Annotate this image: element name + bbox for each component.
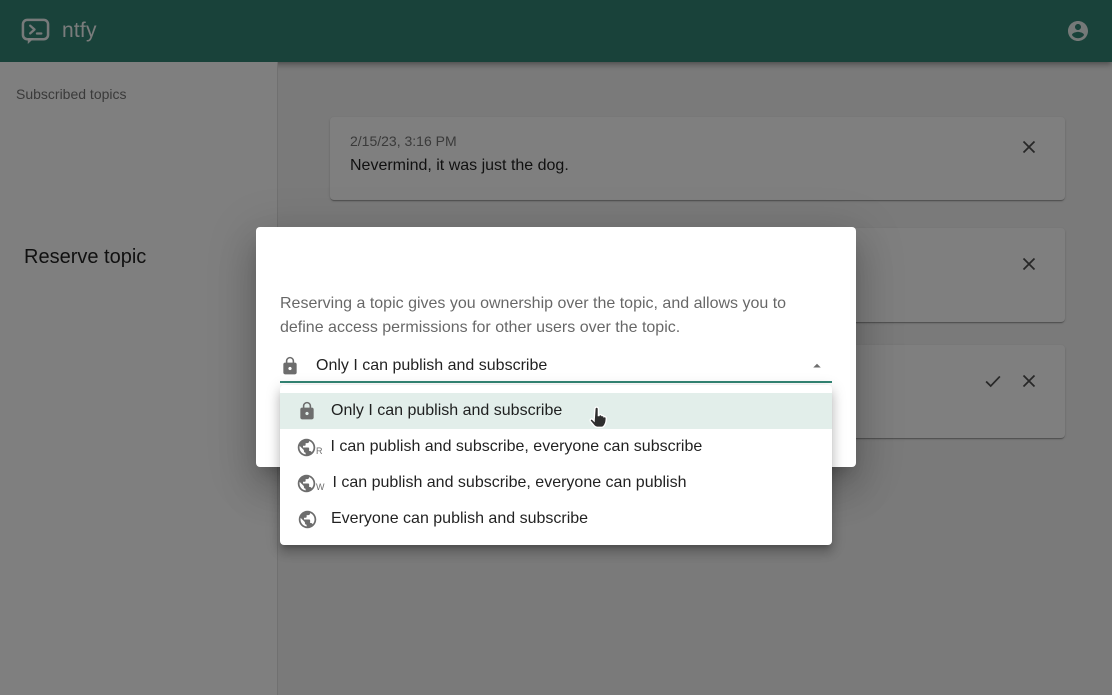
access-level-menu: Only I can publish and subscribe R I can… <box>280 385 832 545</box>
menu-option-only-me[interactable]: Only I can publish and subscribe <box>280 393 832 429</box>
select-value: Only I can publish and subscribe <box>316 357 547 375</box>
lock-icon <box>280 356 300 376</box>
access-level-select[interactable]: Only I can publish and subscribe <box>280 351 832 381</box>
globe-icon <box>296 508 318 530</box>
menu-option-everyone-can-subscribe[interactable]: R I can publish and subscribe, everyone … <box>280 429 832 465</box>
menu-option-label: Only I can publish and subscribe <box>331 402 562 420</box>
menu-option-label: I can publish and subscribe, everyone ca… <box>331 438 703 456</box>
menu-option-everyone[interactable]: Everyone can publish and subscribe <box>280 501 832 537</box>
select-underline <box>280 381 832 383</box>
lock-icon <box>296 400 318 422</box>
chevron-up-icon <box>808 357 826 375</box>
globe-sub-letter: W <box>316 483 325 492</box>
globe-write-only-icon: W <box>296 473 325 494</box>
menu-option-label: Everyone can publish and subscribe <box>331 510 588 528</box>
ntfy-app: ntfy Subscribed topics All notifications… <box>0 0 1112 695</box>
dialog-title: Reserve topic <box>24 246 146 269</box>
dialog-description: Reserving a topic gives you ownership ov… <box>280 292 832 340</box>
menu-option-everyone-can-publish[interactable]: W I can publish and subscribe, everyone … <box>280 465 832 501</box>
globe-read-only-icon: R <box>296 437 323 458</box>
menu-option-label: I can publish and subscribe, everyone ca… <box>333 474 687 492</box>
globe-sub-letter: R <box>316 447 323 456</box>
